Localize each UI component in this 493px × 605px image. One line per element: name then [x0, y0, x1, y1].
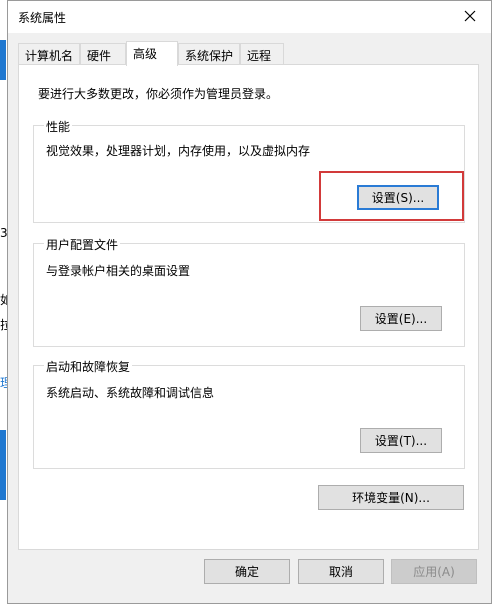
close-icon[interactable]: [459, 5, 481, 27]
cancel-button[interactable]: 取消: [298, 559, 384, 584]
performance-group: 性能 视觉效果，处理器计划，内存使用，以及虚拟内存 设置(S)...: [33, 118, 465, 223]
startup-recovery-desc: 系统启动、系统故障和调试信息: [46, 386, 215, 400]
tab-advanced[interactable]: 高级: [126, 41, 178, 66]
background-accent-bar: [0, 430, 6, 500]
dialog-title: 系统属性: [18, 11, 67, 25]
apply-button[interactable]: 应用(A): [391, 559, 477, 584]
tab-remote[interactable]: 远程: [240, 43, 284, 64]
tab-hardware[interactable]: 硬件: [80, 43, 126, 64]
environment-variables-button[interactable]: 环境变量(N)...: [318, 485, 464, 510]
tab-computer-name[interactable]: 计算机名: [18, 43, 80, 64]
startup-recovery-settings-button[interactable]: 设置(T)...: [360, 428, 442, 453]
performance-group-title: 性能: [44, 118, 73, 135]
admin-notice: 要进行大多数更改，你必须作为管理员登录。: [38, 87, 279, 101]
user-profile-group-title: 用户配置文件: [44, 236, 121, 253]
startup-recovery-group: 启动和故障恢复 系统启动、系统故障和调试信息 设置(T)...: [33, 358, 465, 469]
system-properties-dialog: 系统属性 计算机名 硬件 高级 系统保护 远程 要进行大多数更改，你必须作为管理…: [7, 0, 492, 604]
user-profile-group: 用户配置文件 与登录帐户相关的桌面设置 设置(E)...: [33, 236, 465, 347]
ok-button[interactable]: 确定: [204, 559, 290, 584]
tab-system-protection[interactable]: 系统保护: [178, 43, 240, 64]
startup-recovery-group-title: 启动和故障恢复: [44, 358, 133, 375]
background-accent-bar: [0, 40, 6, 80]
performance-desc: 视觉效果，处理器计划，内存使用，以及虚拟内存: [46, 144, 311, 158]
title-bar: 系统属性: [8, 1, 491, 33]
advanced-panel: 要进行大多数更改，你必须作为管理员登录。 性能 视觉效果，处理器计划，内存使用，…: [18, 64, 479, 550]
performance-settings-button[interactable]: 设置(S)...: [357, 185, 439, 210]
user-profile-desc: 与登录帐户相关的桌面设置: [46, 264, 191, 278]
user-profile-settings-button[interactable]: 设置(E)...: [360, 306, 442, 331]
